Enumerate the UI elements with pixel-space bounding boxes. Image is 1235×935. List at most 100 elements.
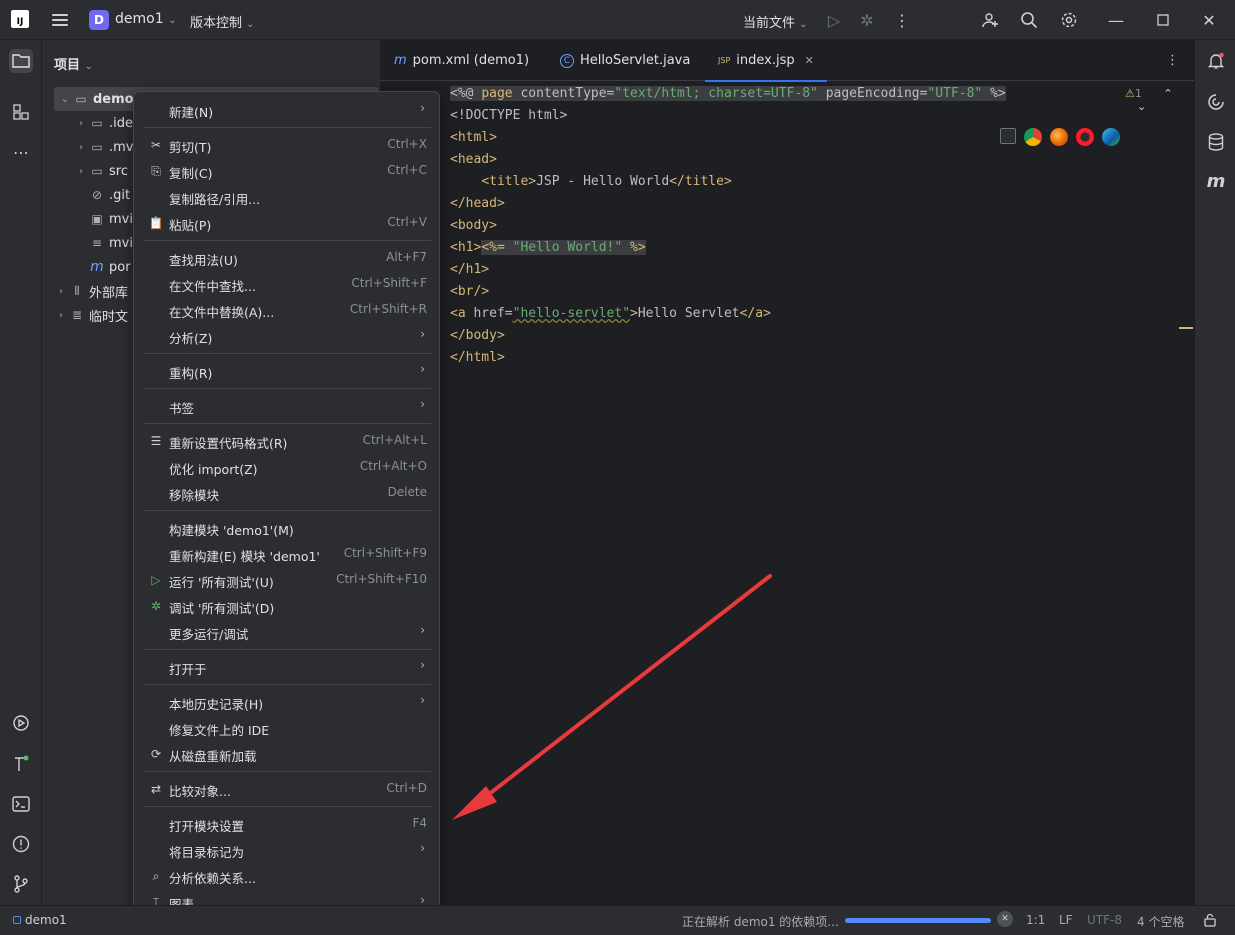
project-folder-icon[interactable] bbox=[9, 49, 33, 73]
maximize-icon[interactable] bbox=[1153, 10, 1173, 30]
edge-icon[interactable] bbox=[1102, 128, 1120, 146]
close-icon[interactable]: ✕ bbox=[1199, 10, 1219, 30]
close-tab-icon[interactable]: ✕ bbox=[805, 54, 814, 67]
title-bar: IJ D demo1 ⌄ 版本控制 ⌄ 当前文件 ⌄ ▷ ✲ ⋮ — ✕ bbox=[0, 0, 1235, 40]
menu-item[interactable]: ⌕ 分析依赖关系... bbox=[140, 863, 435, 889]
services-icon[interactable] bbox=[9, 711, 33, 735]
code-line[interactable]: </h1> bbox=[450, 259, 1006, 281]
code-line[interactable]: <%@ page contentType="text/html; charset… bbox=[450, 83, 1006, 105]
code-line[interactable]: </html> bbox=[450, 347, 1006, 369]
more-actions-icon[interactable]: ⋮ bbox=[892, 10, 912, 30]
chevron-up-icon[interactable]: ⌃ bbox=[1163, 87, 1172, 100]
code-line[interactable]: <br/> bbox=[450, 281, 1006, 303]
menu-item[interactable]: 优化 import(Z) Ctrl+Alt+O bbox=[140, 454, 435, 480]
tab-options-icon[interactable]: ⋮ bbox=[1166, 40, 1179, 81]
chevron-icon[interactable]: › bbox=[74, 118, 88, 129]
more-tools-icon[interactable]: ⋯ bbox=[9, 140, 33, 164]
menu-item[interactable]: 本地历史记录(H) › bbox=[140, 689, 435, 715]
code-line[interactable]: <head> bbox=[450, 149, 1006, 171]
ai-assistant-icon[interactable] bbox=[1204, 90, 1228, 114]
inspection-widget[interactable]: ⚠1 ⌃ ⌄ bbox=[1125, 87, 1194, 113]
menu-item[interactable]: ⎘ 复制(C) Ctrl+C bbox=[140, 158, 435, 184]
menu-item[interactable]: 打开模块设置 F4 bbox=[140, 811, 435, 837]
chevron-icon[interactable]: › bbox=[54, 310, 68, 321]
debug-icon[interactable]: ✲ bbox=[857, 10, 877, 30]
menu-item[interactable]: 打开于 › bbox=[140, 654, 435, 680]
menu-item[interactable]: 构建模块 'demo1'(M) bbox=[140, 515, 435, 541]
code-line[interactable]: <h1><%= "Hello World!" %> bbox=[450, 237, 1006, 259]
warning-stripe-marker[interactable] bbox=[1179, 327, 1193, 329]
indent-setting[interactable]: 4 个空格 bbox=[1137, 913, 1184, 930]
status-task[interactable]: 正在解析 demo1 的依赖项... bbox=[682, 913, 839, 930]
intellij-logo-icon[interactable]: IJ bbox=[11, 10, 29, 28]
code-line[interactable]: <html> bbox=[450, 127, 1006, 149]
chevron-down-icon[interactable]: ⌄ bbox=[1137, 100, 1146, 113]
code-line[interactable]: <!DOCTYPE html> bbox=[450, 105, 1006, 127]
chevron-icon[interactable]: › bbox=[54, 286, 68, 297]
menu-item[interactable]: 书签 › bbox=[140, 393, 435, 419]
chevron-icon[interactable]: › bbox=[74, 166, 88, 177]
firefox-icon[interactable] bbox=[1050, 128, 1068, 146]
tab-hello-servlet[interactable]: C HelloServlet.java bbox=[560, 40, 690, 81]
notifications-bell-icon[interactable] bbox=[1204, 49, 1228, 73]
run-icon[interactable]: ▷ bbox=[824, 10, 844, 30]
menu-item[interactable]: 更多运行/调试 › bbox=[140, 619, 435, 645]
menu-item[interactable]: ⟳ 从磁盘重新加载 bbox=[140, 741, 435, 767]
project-panel-title[interactable]: 项目 ⌄ bbox=[54, 54, 93, 73]
structure-icon[interactable] bbox=[9, 100, 33, 124]
menu-item[interactable]: 新建(N) › bbox=[140, 97, 435, 123]
menu-item[interactable]: 在文件中查找... Ctrl+Shift+F bbox=[140, 271, 435, 297]
code-content[interactable]: <%@ page contentType="text/html; charset… bbox=[450, 83, 1006, 369]
menu-item[interactable]: 📋 粘贴(P) Ctrl+V bbox=[140, 210, 435, 236]
menu-item[interactable]: 移除模块 Delete bbox=[140, 480, 435, 506]
file-encoding[interactable]: UTF-8 bbox=[1087, 913, 1122, 927]
run-config-selector[interactable]: 当前文件 ⌄ bbox=[743, 12, 808, 31]
main-menu-icon[interactable] bbox=[52, 11, 68, 27]
chevron-icon[interactable]: ⌄ bbox=[58, 94, 72, 105]
add-user-icon[interactable] bbox=[980, 10, 1000, 30]
cancel-task-icon[interactable]: ✕ bbox=[997, 911, 1013, 927]
menu-item[interactable]: 重构(R) › bbox=[140, 358, 435, 384]
lock-icon[interactable] bbox=[1203, 913, 1217, 930]
tab-index-jsp[interactable]: JSP index.jsp ✕ bbox=[705, 40, 827, 82]
git-icon[interactable] bbox=[9, 872, 33, 896]
menu-item[interactable]: 重新构建(E) 模块 'demo1' Ctrl+Shift+F9 bbox=[140, 541, 435, 567]
tab-pom-xml[interactable]: m pom.xml (demo1) bbox=[394, 40, 529, 81]
opera-icon[interactable] bbox=[1076, 128, 1094, 146]
settings-gear-icon[interactable] bbox=[1059, 10, 1079, 30]
caret-position[interactable]: 1:1 bbox=[1026, 913, 1045, 927]
code-line[interactable]: <title>JSP - Hello World</title> bbox=[450, 171, 1006, 193]
minimize-icon[interactable]: — bbox=[1106, 10, 1126, 30]
code-line[interactable]: </body> bbox=[450, 325, 1006, 347]
terminal-icon[interactable] bbox=[9, 792, 33, 816]
chevron-icon[interactable]: › bbox=[74, 142, 88, 153]
menu-item[interactable]: 将目录标记为 › bbox=[140, 837, 435, 863]
menu-item[interactable]: ✲ 调试 '所有测试'(D) bbox=[140, 593, 435, 619]
project-selector[interactable]: demo1 ⌄ bbox=[115, 11, 176, 27]
maven-icon[interactable]: m bbox=[1204, 169, 1228, 193]
menu-item[interactable]: ☰ 重新设置代码格式(R) Ctrl+Alt+L bbox=[140, 428, 435, 454]
code-line[interactable]: </head> bbox=[450, 193, 1006, 215]
build-icon[interactable] bbox=[9, 752, 33, 776]
menu-item[interactable]: 查找用法(U) Alt+F7 bbox=[140, 245, 435, 271]
line-separator[interactable]: LF bbox=[1059, 913, 1073, 927]
intellij-browser-icon[interactable] bbox=[1000, 128, 1016, 144]
menu-item[interactable]: 在文件中替换(A)... Ctrl+Shift+R bbox=[140, 297, 435, 323]
status-project[interactable]: demo1 bbox=[13, 913, 67, 927]
problems-icon[interactable] bbox=[9, 832, 33, 856]
menu-item[interactable]: 修复文件上的 IDE bbox=[140, 715, 435, 741]
folder-icon: ▭ bbox=[91, 116, 103, 130]
vcs-menu[interactable]: 版本控制 ⌄ bbox=[190, 12, 255, 31]
menu-item[interactable]: ▷ 运行 '所有测试'(U) Ctrl+Shift+F10 bbox=[140, 567, 435, 593]
code-line[interactable]: <body> bbox=[450, 215, 1006, 237]
project-badge[interactable]: D bbox=[89, 10, 109, 30]
database-icon[interactable] bbox=[1204, 130, 1228, 154]
menu-item[interactable]: 复制路径/引用... bbox=[140, 184, 435, 210]
menu-item[interactable]: ⇄ 比较对象... Ctrl+D bbox=[140, 776, 435, 802]
chrome-icon[interactable] bbox=[1024, 128, 1042, 146]
search-icon[interactable] bbox=[1019, 10, 1039, 30]
code-line[interactable]: <a href="hello-servlet">Hello Servlet</a… bbox=[450, 303, 1006, 325]
menu-item[interactable]: ✂ 剪切(T) Ctrl+X bbox=[140, 132, 435, 158]
menu-item-shortcut: Ctrl+Alt+O bbox=[359, 459, 427, 473]
menu-item[interactable]: 分析(Z) › bbox=[140, 323, 435, 349]
